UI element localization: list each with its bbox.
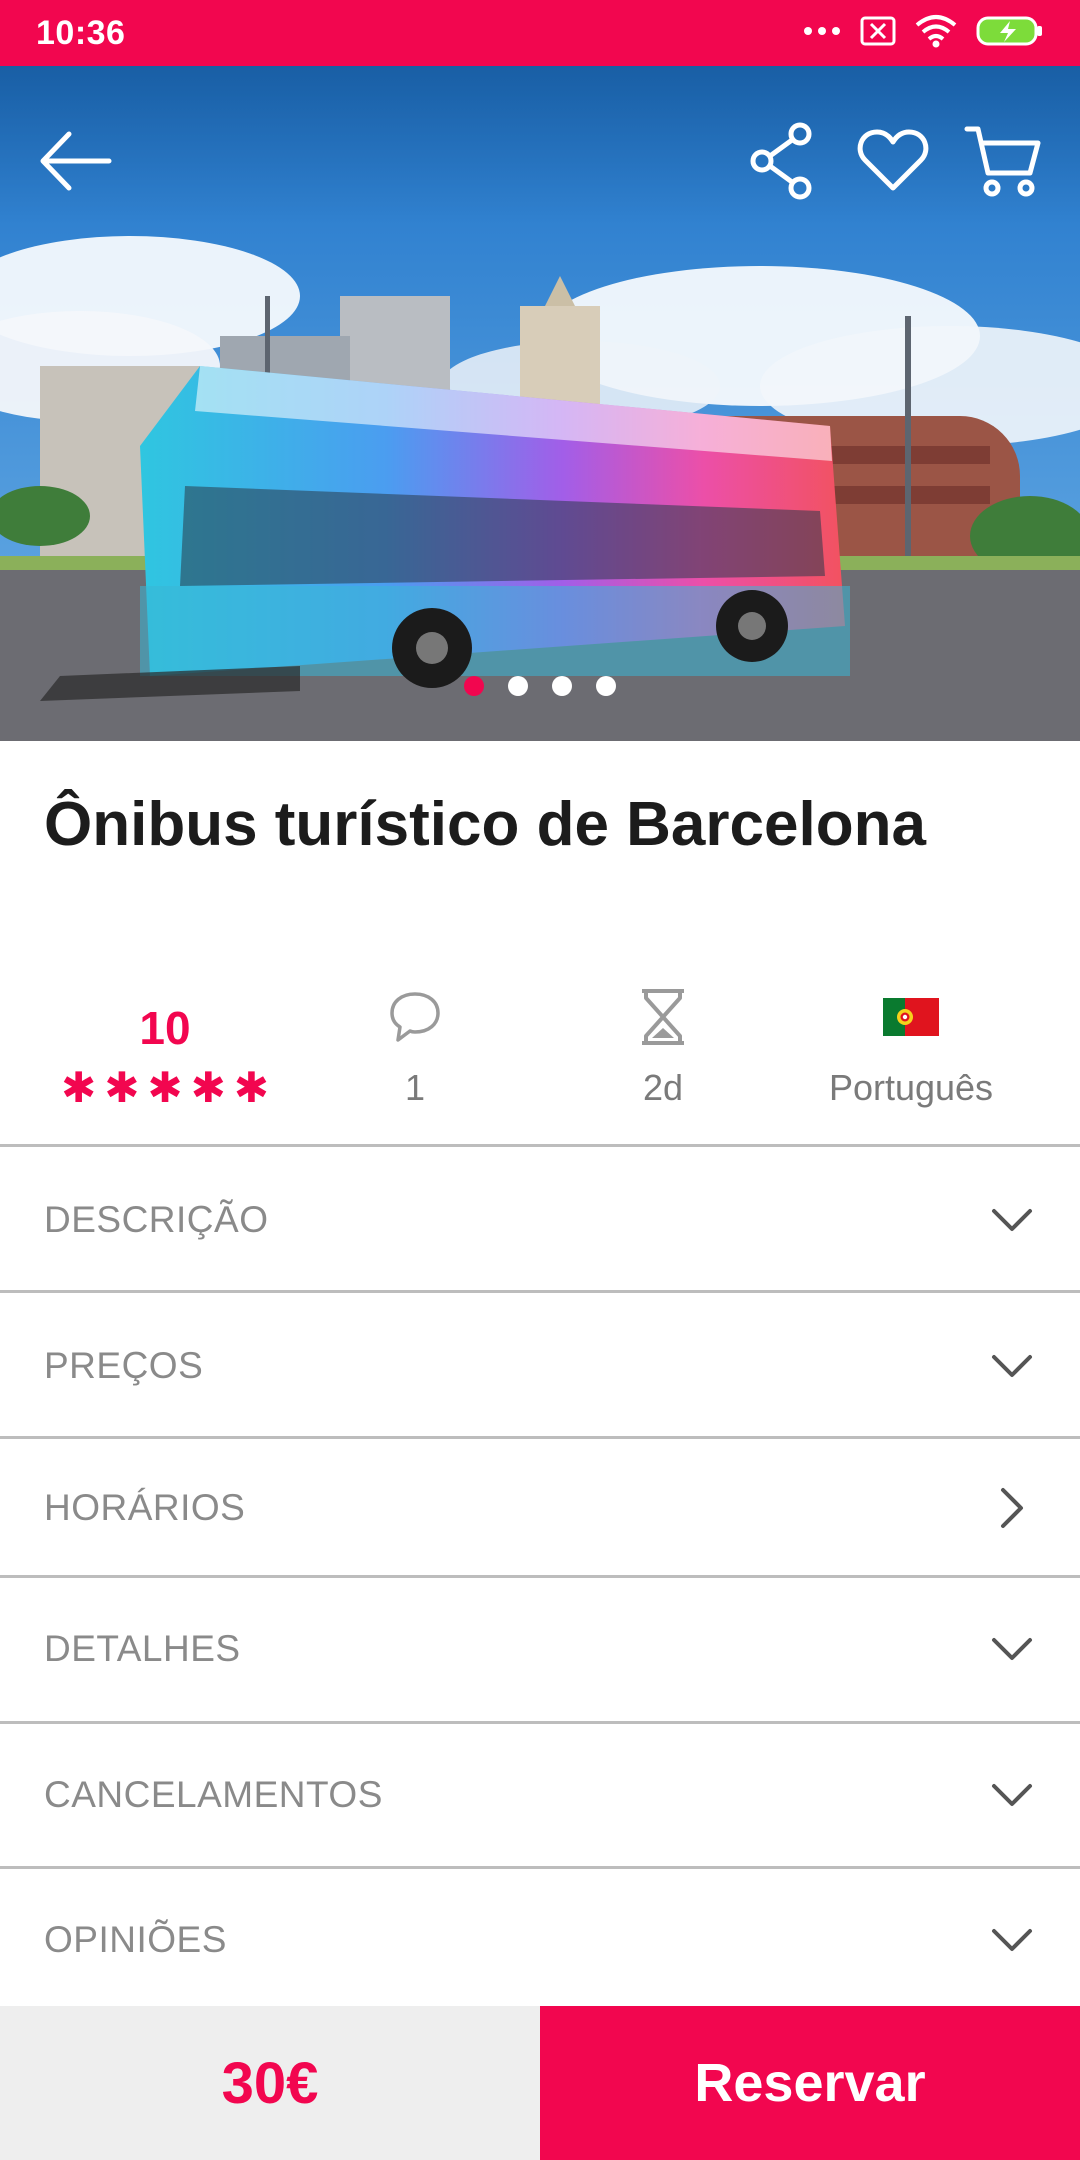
back-arrow-icon bbox=[40, 131, 112, 191]
star-icon: ✱ bbox=[190, 1064, 226, 1111]
status-bar: 10:36 bbox=[0, 0, 1080, 66]
portugal-flag-icon bbox=[786, 986, 1036, 1048]
language-stat: Português bbox=[786, 980, 1036, 1110]
status-icons bbox=[802, 14, 1044, 53]
notification-x-icon bbox=[860, 16, 896, 51]
star-icon: ✱ bbox=[147, 1064, 183, 1111]
chevron-down-icon bbox=[988, 1196, 1036, 1244]
carousel-dot[interactable] bbox=[508, 676, 528, 696]
cart-icon bbox=[964, 126, 1041, 197]
carousel-dot[interactable] bbox=[596, 676, 616, 696]
section-details[interactable]: DETALHES bbox=[0, 1579, 1080, 1719]
heart-icon bbox=[857, 129, 929, 191]
comment-bubble-icon bbox=[290, 986, 540, 1048]
share-button[interactable] bbox=[738, 116, 828, 206]
favorite-button[interactable] bbox=[848, 116, 938, 206]
section-prices[interactable]: PREÇOS bbox=[0, 1296, 1080, 1436]
duration-stat: 2d bbox=[538, 980, 788, 1110]
hourglass-icon bbox=[538, 986, 788, 1048]
stats-row: 10 ✱ ✱ ✱ ✱ ✱ 1 2d Português bbox=[0, 980, 1080, 1130]
product-screen: 10:36 Ônibus turístico de Barcelona 10 ✱… bbox=[0, 0, 1080, 2160]
section-label: DESCRIÇÃO bbox=[44, 1199, 269, 1240]
page-title: Ônibus turístico de Barcelona bbox=[44, 790, 926, 859]
carousel-dot[interactable] bbox=[464, 676, 484, 696]
section-description[interactable]: DESCRIÇÃO bbox=[0, 1150, 1080, 1290]
divider bbox=[0, 1866, 1080, 1869]
rating-stat[interactable]: 10 ✱ ✱ ✱ ✱ ✱ bbox=[40, 980, 290, 1111]
divider bbox=[0, 1290, 1080, 1293]
language-value: Português bbox=[828, 1067, 994, 1108]
back-button[interactable] bbox=[30, 116, 120, 206]
chevron-down-icon bbox=[988, 1916, 1036, 1964]
hero-image[interactable] bbox=[0, 66, 1080, 741]
carousel-indicator bbox=[0, 676, 1080, 696]
more-dots-icon bbox=[802, 24, 842, 43]
wifi-icon bbox=[914, 14, 958, 53]
section-label: DETALHES bbox=[44, 1628, 241, 1669]
price-label: 30€ bbox=[0, 2006, 540, 2160]
comments-count: 1 bbox=[404, 1067, 426, 1108]
section-label: CANCELAMENTOS bbox=[44, 1774, 383, 1815]
chevron-down-icon bbox=[988, 1625, 1036, 1673]
cart-button[interactable] bbox=[958, 116, 1048, 206]
divider bbox=[0, 1575, 1080, 1578]
star-icon: ✱ bbox=[60, 1064, 97, 1111]
chevron-right-icon bbox=[988, 1484, 1036, 1532]
section-label: OPINIÕES bbox=[44, 1919, 227, 1960]
rating-value: 10 bbox=[139, 1002, 191, 1054]
battery-charging-icon bbox=[976, 15, 1044, 52]
rating-stars: ✱ ✱ ✱ ✱ ✱ bbox=[40, 1064, 290, 1111]
chevron-down-icon bbox=[988, 1771, 1036, 1819]
chevron-down-icon bbox=[988, 1342, 1036, 1390]
share-icon bbox=[750, 122, 812, 200]
carousel-dot[interactable] bbox=[552, 676, 572, 696]
section-cancellations[interactable]: CANCELAMENTOS bbox=[0, 1725, 1080, 1865]
divider bbox=[0, 1144, 1080, 1147]
divider bbox=[0, 1721, 1080, 1724]
section-label: PREÇOS bbox=[44, 1345, 204, 1386]
status-time: 10:36 bbox=[36, 13, 126, 52]
bottom-bar: 30€ Reservar bbox=[0, 2006, 1080, 2160]
star-icon: ✱ bbox=[233, 1064, 269, 1111]
duration-value: 2d bbox=[642, 1067, 684, 1108]
star-icon: ✱ bbox=[104, 1064, 140, 1111]
section-schedules[interactable]: HORÁRIOS bbox=[0, 1438, 1080, 1578]
section-label: HORÁRIOS bbox=[44, 1487, 246, 1528]
reserve-button[interactable]: Reservar bbox=[540, 2006, 1080, 2160]
comments-stat[interactable]: 1 bbox=[290, 980, 540, 1110]
section-reviews[interactable]: OPINIÕES bbox=[0, 1870, 1080, 2010]
